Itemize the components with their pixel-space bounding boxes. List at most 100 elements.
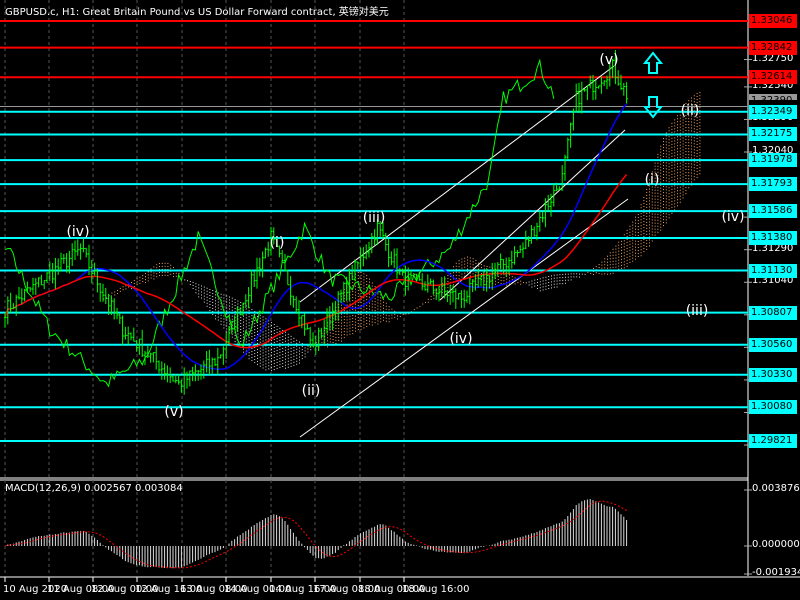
cloud-dot <box>271 328 272 330</box>
cloud-dot <box>671 149 673 151</box>
wave-label: (v) <box>164 404 184 420</box>
cloud-dot <box>629 231 631 233</box>
cloud-dot <box>257 330 258 332</box>
cloud-dot <box>287 339 289 341</box>
cloud-dot <box>629 246 631 248</box>
cloud-dot <box>257 339 258 341</box>
cloud-dot <box>458 278 460 280</box>
cloud-dot <box>679 123 681 125</box>
cloud-dot <box>677 115 678 117</box>
cloud-dot <box>679 192 681 194</box>
cloud-dot <box>579 273 580 275</box>
cloud-dot <box>371 315 373 317</box>
cloud-dot <box>355 315 356 317</box>
cloud-dot <box>335 336 337 338</box>
cloud-dot <box>497 282 499 284</box>
cloud-dot <box>553 274 555 276</box>
cloud-dot <box>296 351 298 353</box>
cloud-dot <box>217 292 219 294</box>
cloud-dot <box>425 302 426 304</box>
cloud-dot <box>243 330 244 332</box>
cloud-dot <box>595 272 597 274</box>
cloud-dot <box>632 233 634 235</box>
cloud-dot <box>276 352 278 354</box>
cloud-dot <box>654 162 656 164</box>
cloud-dot <box>663 198 664 200</box>
cloud-dot <box>391 314 393 316</box>
cloud-dot <box>696 171 698 173</box>
cloud-dot <box>514 283 516 285</box>
wave-label: (ii) <box>301 383 321 399</box>
level-price-label: 1.31978 <box>749 153 797 168</box>
cloud-dot <box>467 259 468 261</box>
cloud-dot <box>464 272 466 274</box>
cloud-dot <box>352 306 354 308</box>
channel-line <box>299 198 629 438</box>
cloud-dot <box>475 262 477 264</box>
cloud-dot <box>637 253 639 255</box>
cloud-dot <box>556 283 558 285</box>
cloud-dot <box>159 265 160 267</box>
cloud-dot <box>537 282 538 284</box>
cloud-dot <box>268 365 270 367</box>
cloud-dot <box>500 283 502 285</box>
cloud-dot <box>201 294 202 296</box>
cloud-dot <box>374 322 376 324</box>
cloud-dot <box>147 274 149 276</box>
cloud-dot <box>640 255 642 257</box>
cloud-dot <box>548 282 550 284</box>
cloud-dot <box>623 246 625 248</box>
cloud-dot <box>567 276 569 278</box>
cloud-dot <box>660 163 662 165</box>
cloud-dot <box>495 280 496 282</box>
cloud-dot <box>679 165 681 167</box>
cloud-dot <box>402 313 404 315</box>
cloud-dot <box>682 128 684 130</box>
cloud-dot <box>257 351 258 353</box>
cloud-dot <box>329 338 331 340</box>
cloud-dot <box>660 172 662 174</box>
cloud-dot <box>517 282 519 284</box>
time-axis-label: 18 Aug 16:00 <box>402 584 470 595</box>
cloud-dot <box>472 264 474 266</box>
cloud-dot <box>623 267 625 269</box>
cloud-dot <box>349 333 351 335</box>
cloud-dot <box>679 147 681 149</box>
cloud-dot <box>341 328 342 330</box>
cloud-dot <box>338 339 340 341</box>
cloud-dot <box>262 352 264 354</box>
cloud-dot <box>145 282 146 284</box>
cloud-dot <box>679 189 681 191</box>
cloud-dot <box>693 170 695 172</box>
cloud-dot <box>674 143 676 145</box>
price-chart[interactable] <box>0 0 800 600</box>
cloud-dot <box>301 352 303 354</box>
cloud-dot <box>363 282 365 284</box>
cloud-dot <box>663 153 664 155</box>
cloud-dot <box>531 286 533 288</box>
cloud-dot <box>688 163 690 165</box>
cloud-dot <box>346 322 348 324</box>
cloud-dot <box>287 345 289 347</box>
cloud-dot <box>660 178 662 180</box>
cloud-dot <box>273 348 275 350</box>
cloud-dot <box>688 169 690 171</box>
cloud-dot <box>223 300 225 302</box>
cloud-dot <box>206 296 208 298</box>
cloud-dot <box>240 319 242 321</box>
cloud-dot <box>626 253 628 255</box>
cloud-dot <box>674 194 676 196</box>
cloud-dot <box>629 249 631 251</box>
cloud-dot <box>385 320 387 322</box>
cloud-dot <box>335 333 337 335</box>
cloud-dot <box>133 280 135 282</box>
cloud-dot <box>290 347 292 349</box>
cloud-dot <box>626 256 628 258</box>
cloud-dot <box>693 140 695 142</box>
cloud-dot <box>293 355 295 357</box>
cloud-dot <box>598 267 600 269</box>
cloud-dot <box>534 285 536 287</box>
cloud-dot <box>612 257 614 259</box>
arrow-down-icon <box>642 96 664 119</box>
cloud-dot <box>674 140 676 142</box>
